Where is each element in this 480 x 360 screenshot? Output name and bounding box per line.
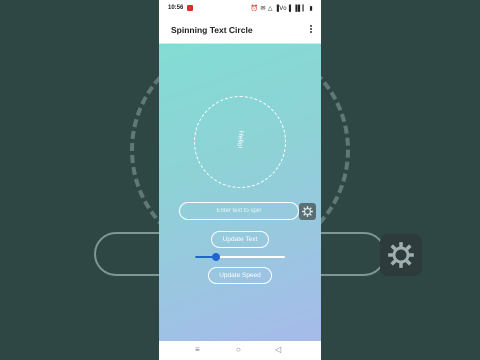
status-time: 10:56 [168, 5, 184, 11]
spin-text-input[interactable] [179, 202, 299, 220]
system-nav-bar: ≡ ○ ◁ [159, 341, 321, 360]
update-speed-button[interactable]: Update Speed [208, 267, 272, 284]
overflow-menu-icon[interactable] [309, 24, 313, 36]
settings-gear-icon[interactable] [299, 203, 316, 220]
status-bar: 10:56 ⏰ ✉ △ ▐Vo▐ ▐▌▎ ▮ [159, 0, 321, 17]
back-icon[interactable]: ◁ [275, 345, 281, 354]
record-icon [187, 5, 193, 11]
update-text-button[interactable]: Update Text [211, 231, 269, 248]
phone-screen: 10:56 ⏰ ✉ △ ▐Vo▐ ▐▌▎ ▮ Spinning Text Cir… [159, 0, 321, 360]
page-title: Spinning Text Circle [171, 25, 253, 35]
background-gear-icon [380, 234, 422, 276]
recents-icon[interactable]: ≡ [195, 345, 200, 354]
speed-slider[interactable] [195, 253, 285, 261]
app-bar: Spinning Text Circle [159, 17, 321, 44]
status-icons: ⏰ ✉ △ ▐Vo▐ ▐▌▎ ▮ [250, 6, 313, 12]
slider-thumb[interactable] [211, 253, 220, 261]
home-icon[interactable]: ○ [236, 345, 241, 354]
